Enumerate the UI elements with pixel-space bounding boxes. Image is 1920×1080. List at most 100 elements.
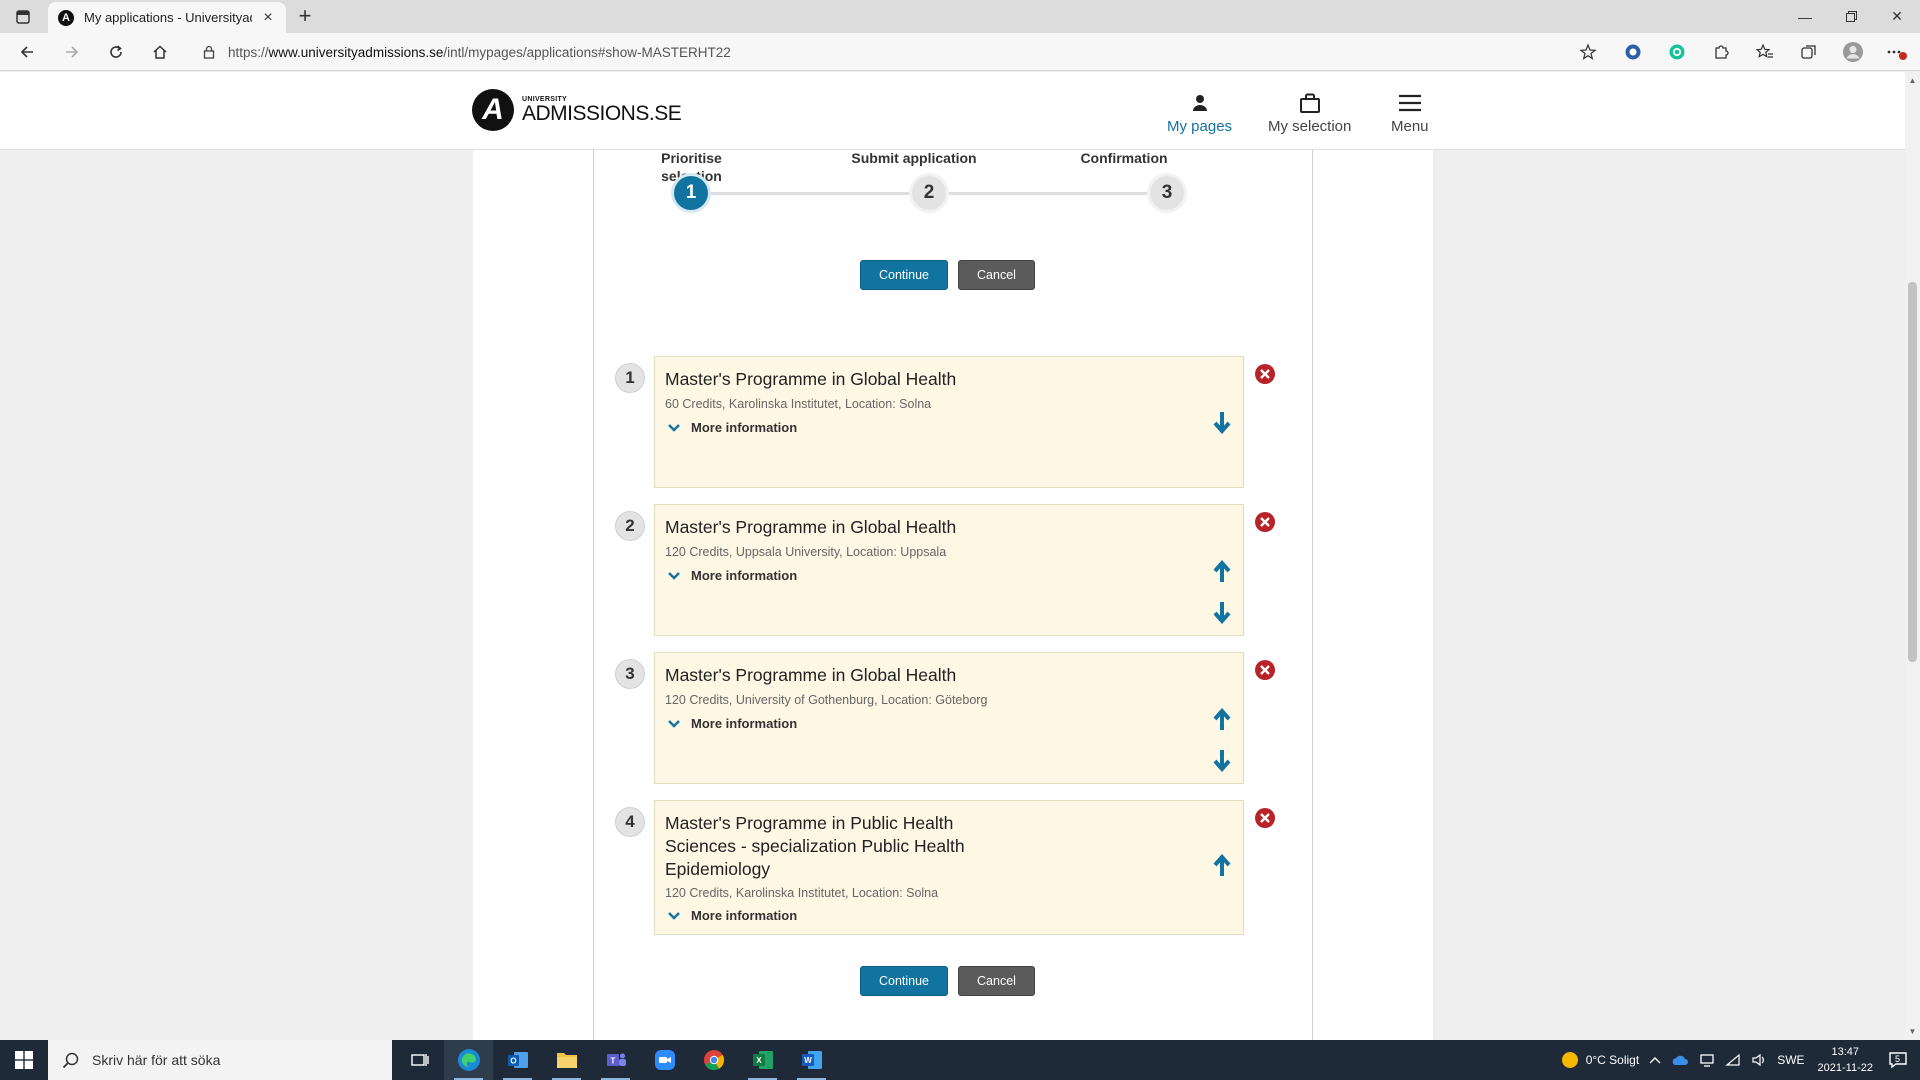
- chrome-icon[interactable]: [689, 1040, 738, 1080]
- priority-number-3: 3: [615, 659, 645, 689]
- teams-icon[interactable]: T: [591, 1040, 640, 1080]
- close-tab-icon[interactable]: ×: [260, 9, 276, 26]
- continue-button-bottom[interactable]: Continue: [860, 966, 948, 996]
- application-card-2: Master's Programme in Global Health 120 …: [654, 504, 1244, 636]
- collections-icon[interactable]: [1796, 40, 1822, 64]
- wifi-icon[interactable]: [1725, 1053, 1741, 1067]
- move-down-icon[interactable]: [1210, 747, 1234, 773]
- scrollbar-thumb[interactable]: [1908, 282, 1917, 662]
- restore-icon[interactable]: [1828, 0, 1874, 33]
- extension-shield-icon[interactable]: [1620, 40, 1646, 64]
- move-down-icon[interactable]: [1210, 599, 1234, 625]
- site-header: A UNIVERSITY ADMISSIONS.SE My pages My s…: [0, 72, 1905, 150]
- remove-icon[interactable]: [1254, 511, 1276, 533]
- taskbar-search-placeholder: Skriv här för att söka: [92, 1052, 221, 1068]
- network-icon[interactable]: [1699, 1053, 1715, 1067]
- application-card-4: Master's Programme in Public Health Scie…: [654, 800, 1244, 935]
- cancel-button-top[interactable]: Cancel: [958, 260, 1035, 290]
- browser-tab-bar: A My applications - Universityadm × + — …: [0, 0, 1920, 33]
- task-view-icon[interactable]: [395, 1040, 444, 1080]
- chevron-down-icon: [667, 717, 681, 731]
- file-explorer-icon[interactable]: [542, 1040, 591, 1080]
- close-window-icon[interactable]: ✕: [1874, 0, 1920, 33]
- programme-title: Master's Programme in Global Health: [665, 517, 957, 537]
- notifications-icon[interactable]: 5: [1888, 1051, 1908, 1069]
- step-1-circle: 1: [674, 176, 708, 210]
- nav-my-selection-label: My selection: [1268, 118, 1352, 135]
- scroll-up-icon[interactable]: ▲: [1908, 76, 1917, 85]
- clock[interactable]: 13:47 2021-11-22: [1818, 1044, 1873, 1076]
- remove-icon[interactable]: [1254, 807, 1276, 829]
- remove-icon[interactable]: [1254, 659, 1276, 681]
- programme-title: Master's Programme in Global Health: [665, 369, 957, 389]
- word-icon[interactable]: W: [787, 1040, 836, 1080]
- browser-tab-active[interactable]: A My applications - Universityadm ×: [48, 2, 286, 33]
- more-information-toggle[interactable]: More information: [667, 908, 797, 923]
- more-information-toggle[interactable]: More information: [667, 568, 797, 583]
- sun-icon: [1561, 1052, 1578, 1068]
- favorites-icon[interactable]: [1752, 40, 1778, 64]
- programme-title: Master's Programme in Global Health: [665, 665, 957, 685]
- windows-start-icon[interactable]: [0, 1040, 48, 1080]
- new-tab-icon[interactable]: +: [294, 5, 316, 27]
- windows-taskbar: Skriv här för att söka O T X W 0°C Solig…: [0, 1040, 1920, 1080]
- minimize-icon[interactable]: —: [1782, 0, 1828, 33]
- chevron-down-icon: [667, 569, 681, 583]
- window-controls: — ✕: [1782, 0, 1920, 33]
- tab-actions-icon[interactable]: [14, 8, 32, 26]
- nav-my-pages-label: My pages: [1167, 118, 1233, 135]
- browser-address-bar: https://www.universityadmissions.se/intl…: [0, 33, 1920, 71]
- move-up-icon[interactable]: [1210, 853, 1234, 879]
- move-up-icon[interactable]: [1210, 559, 1234, 585]
- refresh-icon[interactable]: [103, 40, 129, 64]
- tab-title: My applications - Universityadm: [84, 10, 252, 25]
- show-hidden-icons-icon[interactable]: [1649, 1055, 1661, 1065]
- nav-my-pages[interactable]: My pages: [1167, 92, 1232, 135]
- main-content: Prioritise selection Submit application …: [473, 150, 1433, 1040]
- remove-icon[interactable]: [1254, 363, 1276, 385]
- zoom-icon[interactable]: [640, 1040, 689, 1080]
- language-indicator[interactable]: SWE: [1777, 1053, 1804, 1067]
- system-tray: 0°C Soligt SWE 13:47 2021-11-22 5: [1555, 1040, 1920, 1080]
- grammarly-icon[interactable]: [1664, 40, 1690, 64]
- settings-more-icon[interactable]: [1884, 40, 1910, 64]
- priority-number-1: 1: [615, 363, 645, 393]
- browser-toolbar-icons: [1576, 40, 1910, 64]
- notification-count: 5: [1895, 1054, 1901, 1064]
- forward-icon[interactable]: [59, 40, 85, 64]
- extensions-puzzle-icon[interactable]: [1708, 40, 1734, 64]
- more-information-toggle[interactable]: More information: [667, 716, 797, 731]
- nav-menu[interactable]: Menu: [1391, 92, 1429, 135]
- continue-button-top[interactable]: Continue: [860, 260, 948, 290]
- excel-icon[interactable]: X: [738, 1040, 787, 1080]
- cancel-button-bottom[interactable]: Cancel: [958, 966, 1035, 996]
- edge-browser-icon[interactable]: [444, 1040, 493, 1080]
- programme-details: 120 Credits, Uppsala University, Locatio…: [665, 545, 947, 559]
- profile-avatar-icon[interactable]: [1840, 40, 1866, 64]
- add-favorite-icon[interactable]: [1576, 40, 1602, 64]
- nav-my-selection[interactable]: My selection: [1268, 92, 1351, 135]
- onedrive-icon[interactable]: [1671, 1054, 1689, 1066]
- back-icon[interactable]: [14, 40, 40, 64]
- clock-date: 2021-11-22: [1817, 1062, 1873, 1074]
- step-3-label: Confirmation: [1080, 150, 1168, 166]
- home-icon[interactable]: [147, 40, 173, 64]
- programme-details: 60 Credits, Karolinska Institutet, Locat…: [665, 397, 932, 411]
- move-up-icon[interactable]: [1210, 707, 1234, 733]
- clock-time: 13:47: [1831, 1046, 1860, 1058]
- page-scrollbar[interactable]: ▲ ▼: [1905, 72, 1920, 1040]
- scroll-down-icon[interactable]: ▼: [1908, 1027, 1917, 1036]
- shopping-bag-icon: [1299, 92, 1321, 114]
- move-down-icon[interactable]: [1210, 409, 1234, 435]
- weather-widget[interactable]: 0°C Soligt: [1560, 1050, 1639, 1070]
- outlook-icon[interactable]: O: [493, 1040, 542, 1080]
- page-viewport: A UNIVERSITY ADMISSIONS.SE My pages My s…: [0, 72, 1905, 1040]
- url-field[interactable]: https://www.universityadmissions.se/intl…: [190, 37, 1580, 67]
- taskbar-search-field[interactable]: Skriv här för att söka: [48, 1040, 392, 1080]
- site-logo[interactable]: A UNIVERSITY ADMISSIONS.SE: [472, 89, 682, 131]
- hamburger-menu-icon: [1398, 92, 1422, 114]
- chevron-down-icon: [667, 909, 681, 923]
- volume-icon[interactable]: [1751, 1053, 1767, 1067]
- more-information-toggle[interactable]: More information: [667, 420, 797, 435]
- svg-text:W: W: [804, 1056, 812, 1065]
